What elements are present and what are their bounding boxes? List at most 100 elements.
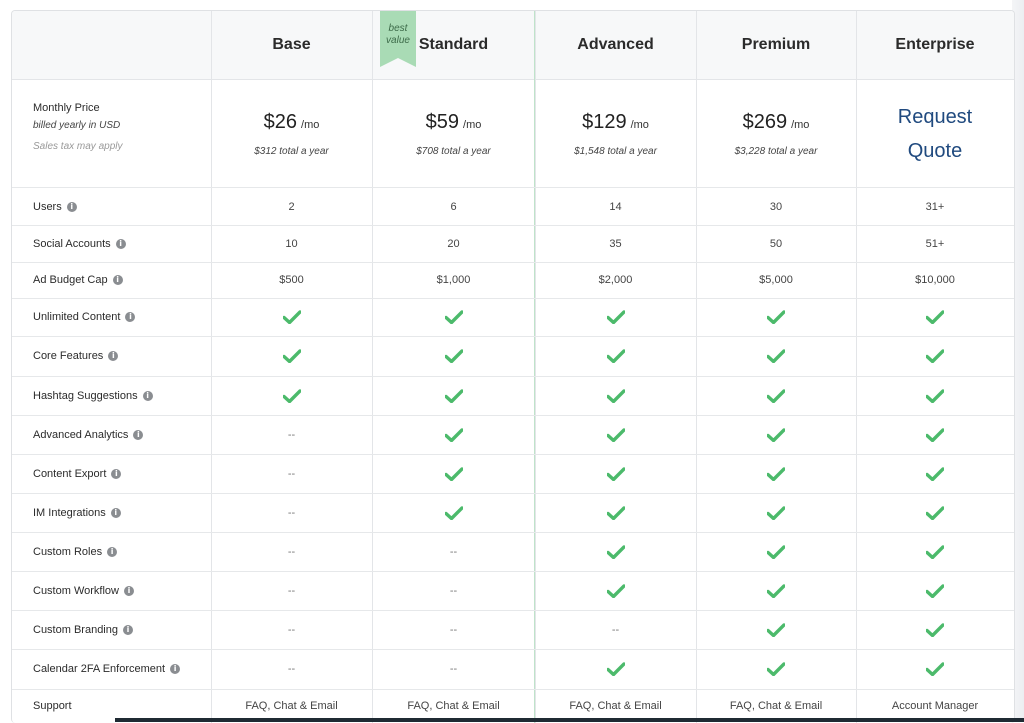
- check-icon: [606, 388, 625, 403]
- info-icon[interactable]: i: [66, 201, 77, 212]
- feature-value-advanced: [535, 649, 696, 689]
- feature-label: Support: [33, 689, 72, 723]
- feature-value-text: Account Manager: [891, 700, 979, 712]
- feature-value-standard: [372, 298, 535, 336]
- feature-value-premium: 50: [696, 225, 856, 262]
- price-cell-standard: $59/mo $708 total a year: [372, 80, 535, 187]
- check-icon: [767, 466, 785, 481]
- request-quote-link[interactable]: Request Quote: [856, 80, 1014, 187]
- feature-label-text: Core Features: [33, 350, 104, 362]
- info-icon[interactable]: i: [142, 390, 153, 401]
- feature-value-base: [211, 298, 372, 336]
- feature-label: IM Integrations i: [33, 493, 121, 532]
- plan-name-premium: Premium: [741, 36, 811, 53]
- feature-value-standard: --: [372, 571, 535, 610]
- feature-value-enterprise: [856, 376, 1014, 415]
- feature-label-text: Users: [33, 200, 62, 213]
- check-icon: [926, 427, 944, 442]
- check-icon: [926, 388, 944, 403]
- check-icon: [767, 583, 785, 598]
- feature-label: Custom Roles i: [33, 532, 118, 571]
- feature-value-text: 14: [609, 200, 622, 213]
- feature-value-text: FAQ, Chat & Email: [729, 700, 823, 712]
- feature-value-standard: --: [372, 649, 535, 689]
- feature-label-text: Content Export: [33, 467, 107, 480]
- feature-value-enterprise: 31+: [856, 188, 1014, 225]
- price-period: /mo: [791, 118, 810, 131]
- info-icon[interactable]: i: [110, 507, 121, 518]
- info-icon[interactable]: i: [107, 546, 118, 557]
- feature-value-standard: 6: [372, 188, 535, 225]
- feature-value-text: 30: [769, 200, 783, 213]
- price-cell-premium: $269/mo $3,228 total a year: [696, 80, 856, 187]
- feature-value-premium: [696, 376, 856, 415]
- feature-value-standard: [372, 376, 535, 415]
- feature-value-enterprise: $10,000: [856, 262, 1014, 298]
- price-yearly-total: $3,228 total a year: [734, 145, 818, 157]
- check-icon: [767, 310, 785, 324]
- info-icon[interactable]: i: [111, 468, 122, 479]
- feature-value-text: 35: [609, 237, 622, 250]
- billing-note: billed yearly in USD: [33, 120, 121, 131]
- info-icon[interactable]: i: [125, 312, 136, 322]
- request-quote-line-2: Quote: [907, 139, 963, 162]
- monthly-price-row: Monthly Price billed yearly in USD Sales t…: [12, 80, 1014, 188]
- feature-row: IM Integrations i --: [12, 493, 1014, 533]
- feature-value-advanced: [535, 571, 696, 610]
- check-icon: [926, 505, 944, 520]
- check-icon: [444, 349, 463, 363]
- feature-label: Users i: [33, 188, 77, 225]
- feature-value-base: --: [211, 493, 372, 532]
- check-icon: [767, 349, 785, 363]
- feature-row: Social Accounts i 10 20 35 50 51+: [12, 225, 1014, 263]
- feature-value-text: $2,000: [598, 274, 633, 286]
- info-icon[interactable]: i: [170, 664, 181, 674]
- feature-value-base: --: [211, 532, 372, 571]
- feature-value-enterprise: [856, 649, 1014, 689]
- feature-value-advanced: 14: [535, 188, 696, 225]
- feature-value-premium: [696, 649, 856, 689]
- feature-value-text: FAQ, Chat & Email: [569, 700, 662, 712]
- info-icon[interactable]: i: [133, 429, 144, 440]
- feature-label: Advanced Analytics i: [33, 415, 144, 454]
- plan-name-base: Base: [272, 36, 311, 53]
- check-icon: [926, 544, 944, 559]
- feature-label: Ad Budget Cap i: [33, 262, 123, 298]
- feature-row: Unlimited Content i: [12, 298, 1014, 337]
- info-icon[interactable]: i: [108, 351, 119, 361]
- price-amount: $269: [742, 110, 788, 133]
- feature-value-base: [211, 376, 372, 415]
- feature-label-text: Ad Budget Cap: [33, 274, 108, 286]
- feature-value-base: 10: [211, 225, 372, 262]
- feature-value-premium: $5,000: [696, 262, 856, 298]
- feature-value-advanced: [535, 454, 696, 493]
- feature-label: Social Accounts i: [33, 225, 126, 262]
- not-included-dash: --: [449, 584, 458, 597]
- feature-label-text: Custom Workflow: [33, 584, 119, 597]
- feature-value-premium: [696, 298, 856, 336]
- check-icon: [606, 662, 625, 676]
- feature-value-standard: --: [372, 532, 535, 571]
- feature-value-premium: [696, 493, 856, 532]
- feature-label-text: Custom Roles: [33, 545, 103, 558]
- check-icon: [926, 583, 944, 598]
- feature-value-advanced: [535, 415, 696, 454]
- feature-value-base: --: [211, 415, 372, 454]
- check-icon: [606, 544, 625, 559]
- info-icon[interactable]: i: [112, 275, 123, 285]
- info-icon[interactable]: i: [123, 585, 134, 596]
- feature-value-enterprise: [856, 415, 1014, 454]
- info-icon[interactable]: i: [123, 624, 133, 635]
- feature-value-advanced: [535, 298, 696, 336]
- feature-value-text: $1,000: [436, 274, 471, 286]
- feature-value-base: [211, 336, 372, 376]
- not-included-dash: --: [287, 428, 296, 441]
- pricing-table: best value Base Standard Advanced Premium En…: [11, 10, 1015, 723]
- feature-label-text: IM Integrations: [33, 506, 106, 519]
- check-icon: [767, 505, 785, 520]
- plan-name-enterprise: Enterprise: [895, 36, 975, 53]
- feature-row: Calendar 2FA Enforcement i -- --: [12, 649, 1014, 690]
- feature-value-text: 6: [450, 200, 457, 213]
- feature-label: Custom Branding i: [33, 610, 133, 649]
- info-icon[interactable]: i: [115, 238, 126, 249]
